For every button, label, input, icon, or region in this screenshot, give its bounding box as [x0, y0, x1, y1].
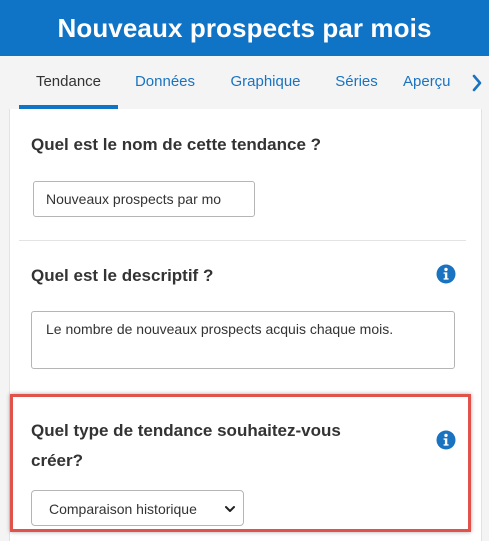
- trend-type-question-line2: créer?: [31, 451, 83, 470]
- chevron-down-icon: [225, 506, 235, 512]
- tab-series[interactable]: Séries: [325, 56, 388, 109]
- description-textarea[interactable]: Le nombre de nouveaux prospects acquis c…: [31, 311, 455, 369]
- tab-donnees[interactable]: Données: [124, 56, 206, 109]
- tab-graphique[interactable]: Graphique: [222, 56, 309, 109]
- tab-apercu[interactable]: Aperçu: [403, 56, 465, 109]
- info-icon[interactable]: [436, 430, 456, 450]
- page-title: Nouveaux prospects par mois: [57, 12, 432, 43]
- chevron-right-icon: [472, 74, 482, 91]
- app-header: Nouveaux prospects par mois: [0, 0, 489, 56]
- description-question: Quel est le descriptif ?: [31, 266, 214, 285]
- section-divider: [19, 240, 466, 241]
- trend-type-question: Quel type de tendance souhaitez-vous cré…: [31, 416, 341, 476]
- trend-name-question: Quel est le nom de cette tendance ?: [31, 135, 322, 154]
- tab-tendance[interactable]: Tendance: [19, 56, 118, 109]
- trend-name-input[interactable]: [33, 181, 255, 217]
- info-icon[interactable]: [436, 264, 456, 284]
- trend-type-selected-value: Comparaison historique: [49, 501, 197, 517]
- trend-type-select[interactable]: Comparaison historique: [31, 490, 244, 526]
- trend-type-question-line1: Quel type de tendance souhaitez-vous: [31, 421, 341, 440]
- tab-bar: Tendance Données Graphique Séries Aperçu: [0, 56, 489, 109]
- tab-scroll-right-button[interactable]: [465, 56, 489, 109]
